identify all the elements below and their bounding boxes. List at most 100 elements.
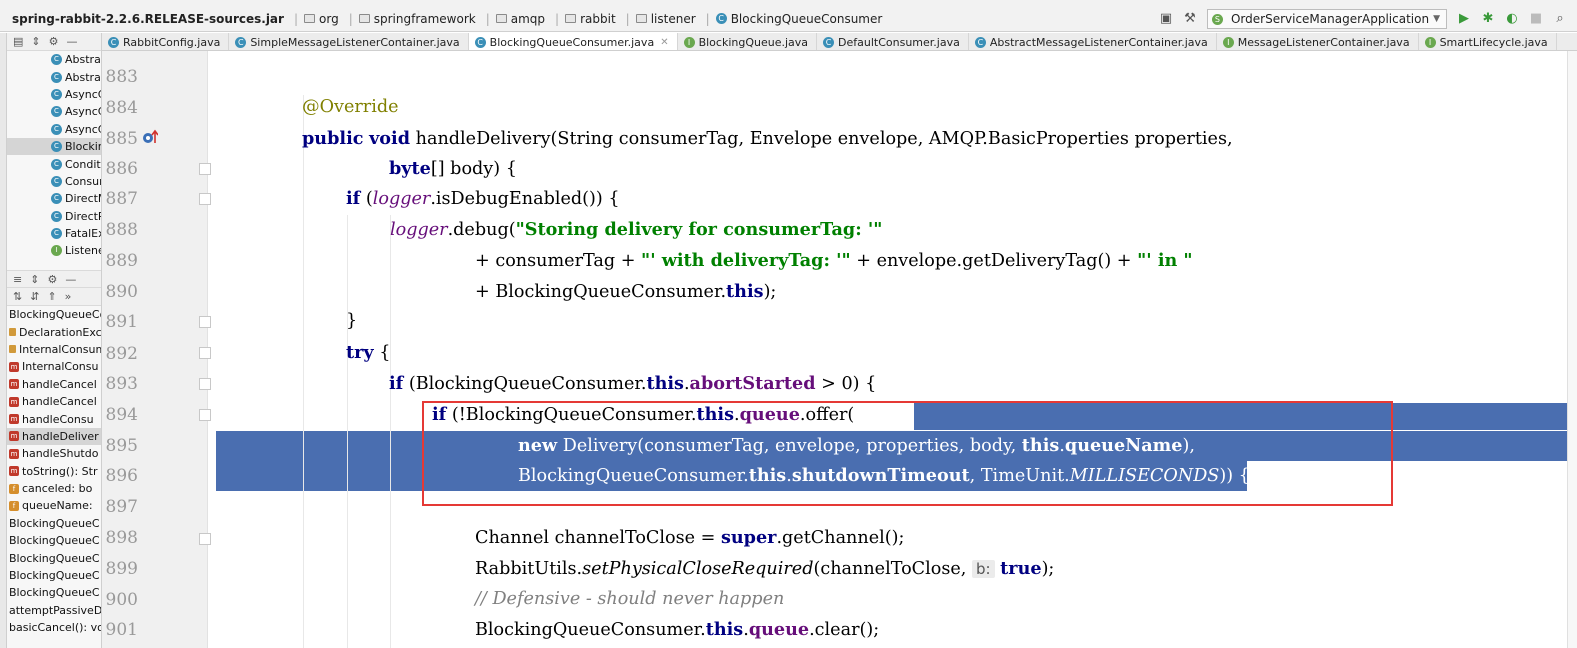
- breadcrumb-label: BlockingQueueConsumer: [730, 11, 883, 26]
- breadcrumb-separator: |: [555, 11, 560, 26]
- hide-icon[interactable]: —: [65, 273, 76, 286]
- code-line[interactable]: }: [346, 311, 357, 331]
- tree-item[interactable]: C Blockin: [7, 137, 101, 156]
- code-line[interactable]: RabbitUtils.setPhysicalCloseRequired(cha…: [475, 558, 1054, 579]
- tree-item[interactable]: CAbstrac: [7, 68, 101, 85]
- structure-item[interactable]: InternalConsume: [7, 341, 101, 358]
- show-inherited-icon[interactable]: ⇑: [47, 290, 56, 303]
- structure-item[interactable]: BlockingQueueC: [7, 584, 101, 601]
- editor-tab[interactable]: C DefaultConsumer.java: [817, 33, 969, 50]
- override-method-icon[interactable]: [142, 129, 158, 145]
- structure-item[interactable]: m handleDeliver: [7, 427, 101, 446]
- editor-tab[interactable]: I SmartLifecycle.java: [1419, 33, 1557, 50]
- tree-item[interactable]: C Conditi: [7, 155, 101, 172]
- structure-item[interactable]: BlockingQueueC: [7, 549, 101, 566]
- code-token: if: [389, 373, 404, 394]
- structure-item[interactable]: attemptPassiveD: [7, 602, 101, 619]
- editor-scrollbar[interactable]: [1567, 51, 1577, 648]
- structure-item[interactable]: m InternalConsu: [7, 358, 101, 375]
- coverage-icon[interactable]: ◐: [1505, 12, 1519, 26]
- tree-item[interactable]: C AsyncC: [7, 121, 101, 138]
- structure-item[interactable]: f canceled: bo: [7, 480, 101, 497]
- structure-item[interactable]: f queueName:: [7, 497, 101, 514]
- expand-icon[interactable]: ≡: [13, 273, 22, 286]
- tool-window-strip[interactable]: [0, 33, 7, 648]
- close-icon[interactable]: ✕: [660, 37, 668, 48]
- breadcrumb-item[interactable]: | springframework: [345, 6, 482, 32]
- debug-icon[interactable]: ✱: [1481, 12, 1495, 26]
- breadcrumb-item[interactable]: | listener: [622, 6, 702, 32]
- tree-item[interactable]: C AsyncC: [7, 86, 101, 103]
- more-icon[interactable]: »: [65, 290, 72, 303]
- structure-item[interactable]: m handleCancel: [7, 376, 101, 393]
- stop-icon[interactable]: ■: [1529, 12, 1543, 26]
- fold-marker[interactable]: [199, 347, 211, 359]
- fold-marker[interactable]: [199, 163, 211, 175]
- sort-visibility-icon[interactable]: ⇵: [30, 290, 39, 303]
- tree-item[interactable]: I Listene: [7, 242, 101, 259]
- breadcrumb-item[interactable]: | org: [290, 6, 345, 32]
- gear-icon[interactable]: ⚙: [49, 35, 59, 48]
- breadcrumb-item[interactable]: | amqp: [482, 6, 551, 32]
- code-line[interactable]: try {: [346, 342, 390, 363]
- code-line[interactable]: // Defensive - should never happen: [475, 589, 784, 609]
- code-line[interactable]: + BlockingQueueConsumer.this);: [475, 281, 776, 302]
- structure-icon[interactable]: ▣: [1159, 12, 1173, 26]
- structure-item[interactable]: BlockingQueueC: [7, 532, 101, 549]
- editor-tab[interactable]: I MessageListenerContainer.java: [1217, 33, 1419, 50]
- search-icon[interactable]: ⌕: [1553, 12, 1567, 26]
- structure-item[interactable]: BlockingQueueCons: [7, 306, 101, 323]
- structure-item[interactable]: BlockingQueueC: [7, 567, 101, 584]
- fold-marker[interactable]: [199, 409, 211, 421]
- breadcrumb-item[interactable]: spring-rabbit-2.2.6.RELEASE-sources.jar: [0, 6, 290, 32]
- structure-item[interactable]: m toString(): Str: [7, 463, 101, 480]
- structure-item[interactable]: m handleCancel: [7, 393, 101, 410]
- breadcrumb-separator: |: [485, 11, 490, 26]
- editor-tab[interactable]: I BlockingQueue.java: [678, 33, 818, 50]
- tree-item[interactable]: C AsyncC: [7, 103, 101, 120]
- sort-alpha-icon[interactable]: ⇅: [13, 290, 22, 303]
- gear-icon[interactable]: ⚙: [47, 273, 57, 286]
- structure-item[interactable]: m handleShutdo: [7, 445, 101, 462]
- editor-tab[interactable]: C AbstractMessageListenerContainer.java: [969, 33, 1217, 50]
- tree-item[interactable]: C Consur: [7, 173, 101, 190]
- structure-item[interactable]: basicCancel(): vo: [7, 619, 101, 636]
- tree-item[interactable]: C DirectR: [7, 208, 101, 225]
- tree-item[interactable]: C FatalEx: [7, 225, 101, 242]
- tree-item[interactable]: CDirectM: [7, 190, 101, 207]
- structure-item[interactable]: DeclarationExcep: [7, 323, 101, 340]
- breadcrumb-item[interactable]: | C BlockingQueueConsumer: [702, 6, 889, 32]
- code-line[interactable]: byte[] body) {: [389, 158, 517, 179]
- line-number: 885: [105, 129, 138, 149]
- indent-guide: [347, 215, 348, 648]
- collapse-all-icon[interactable]: ⇕: [31, 35, 40, 48]
- hide-icon[interactable]: —: [67, 35, 78, 48]
- editor-tab[interactable]: C BlockingQueueConsumer.java ✕: [468, 33, 678, 50]
- layout-icon[interactable]: ▤: [13, 35, 23, 48]
- fold-marker[interactable]: [199, 378, 211, 390]
- code-line[interactable]: + consumerTag + "' with deliveryTag: '" …: [475, 250, 1193, 271]
- structure-item[interactable]: m handleConsu: [7, 410, 101, 427]
- structure-item-label: InternalConsume: [19, 342, 101, 356]
- editor-tab[interactable]: C RabbitConfig.java: [102, 33, 230, 50]
- fold-marker[interactable]: [199, 316, 211, 328]
- run-icon[interactable]: ▶: [1457, 12, 1471, 26]
- tree-item[interactable]: CAbstrac: [7, 51, 101, 68]
- build-hammer-icon[interactable]: ⚒: [1183, 12, 1197, 26]
- run-configuration-select[interactable]: S OrderServiceManagerApplication ▼: [1206, 9, 1447, 29]
- collapse-icon[interactable]: ⇕: [30, 273, 39, 286]
- code-line[interactable]: public void handleDelivery(String consum…: [302, 128, 1233, 149]
- code-line[interactable]: Channel channelToClose = super.getChanne…: [475, 527, 904, 548]
- code-line[interactable]: if (logger.isDebugEnabled()) {: [346, 188, 620, 209]
- structure-item[interactable]: BlockingQueueC: [7, 515, 101, 532]
- code-line[interactable]: logger.debug("Storing delivery for consu…: [390, 219, 882, 240]
- code-line[interactable]: @Override: [302, 97, 399, 117]
- code-line[interactable]: BlockingQueueConsumer.this.queue.clear()…: [475, 619, 879, 640]
- fold-marker[interactable]: [199, 533, 211, 545]
- editor-tab[interactable]: C SimpleMessageListenerContainer.java: [229, 33, 469, 50]
- breadcrumb-separator: |: [705, 11, 710, 26]
- code-line[interactable]: if (BlockingQueueConsumer.this.abortStar…: [389, 373, 876, 394]
- interface-icon: I: [1424, 36, 1436, 48]
- breadcrumb-item[interactable]: | rabbit: [551, 6, 622, 32]
- fold-marker[interactable]: [199, 193, 211, 205]
